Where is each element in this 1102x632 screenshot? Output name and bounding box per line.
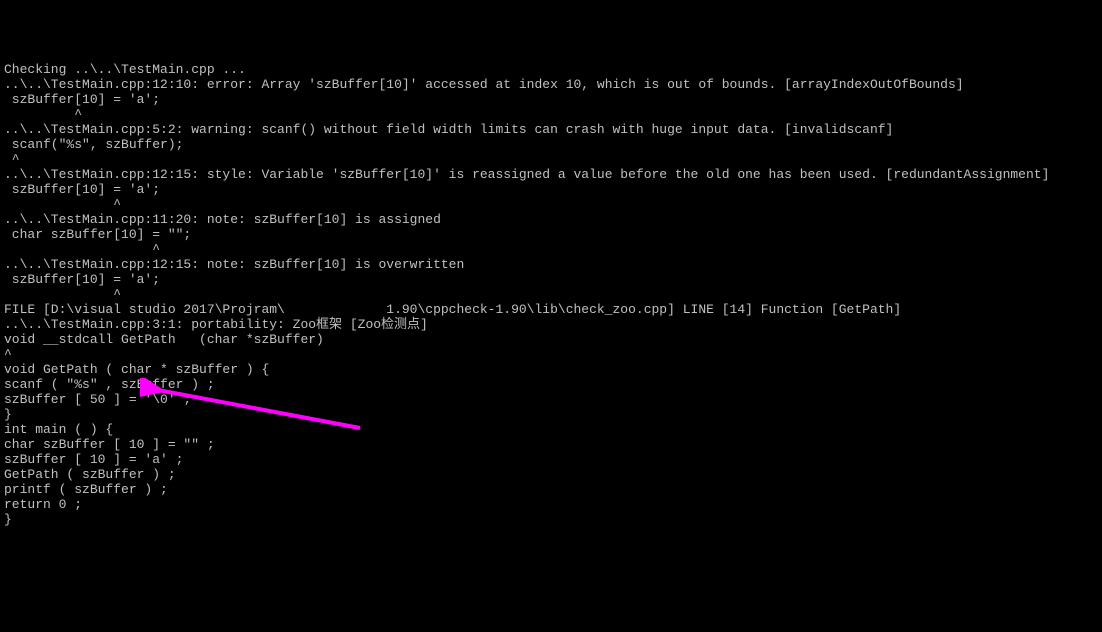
terminal-line: ^ (4, 152, 1098, 167)
terminal-line: szBuffer[10] = 'a'; (4, 272, 1098, 287)
terminal-line: return 0 ; (4, 497, 1098, 512)
terminal-line: ^ (4, 197, 1098, 212)
terminal-line: ^ (4, 242, 1098, 257)
terminal-line: Checking ..\..\TestMain.cpp ... (4, 62, 1098, 77)
terminal-line: char szBuffer [ 10 ] = "" ; (4, 437, 1098, 452)
terminal-line: scanf ( "%s" , szBuffer ) ; (4, 377, 1098, 392)
terminal-line: szBuffer [ 50 ] = '\0' ; (4, 392, 1098, 407)
terminal-line: int main ( ) { (4, 422, 1098, 437)
terminal-line: ..\..\TestMain.cpp:12:10: error: Array '… (4, 77, 1098, 92)
terminal-line: ..\..\TestMain.cpp:12:15: note: szBuffer… (4, 257, 1098, 272)
terminal-line: printf ( szBuffer ) ; (4, 482, 1098, 497)
terminal-line: szBuffer[10] = 'a'; (4, 182, 1098, 197)
terminal-line: FILE [D:\visual studio 2017\Projram\ 1.9… (4, 302, 1098, 317)
terminal-line: szBuffer [ 10 ] = 'a' ; (4, 452, 1098, 467)
terminal-line: void GetPath ( char * szBuffer ) { (4, 362, 1098, 377)
terminal-line: } (4, 407, 1098, 422)
terminal-line: ^ (4, 287, 1098, 302)
terminal-line: ^ (4, 347, 1098, 362)
terminal-line: } (4, 512, 1098, 527)
terminal-output: Checking ..\..\TestMain.cpp .....\..\Tes… (4, 62, 1098, 527)
terminal-line: ..\..\TestMain.cpp:11:20: note: szBuffer… (4, 212, 1098, 227)
terminal-line: GetPath ( szBuffer ) ; (4, 467, 1098, 482)
terminal-line: ..\..\TestMain.cpp:12:15: style: Variabl… (4, 167, 1098, 182)
terminal-line: scanf("%s", szBuffer); (4, 137, 1098, 152)
terminal-line: ^ (4, 107, 1098, 122)
terminal-line: szBuffer[10] = 'a'; (4, 92, 1098, 107)
terminal-line: void __stdcall GetPath (char *szBuffer) (4, 332, 1098, 347)
terminal-line: char szBuffer[10] = ""; (4, 227, 1098, 242)
terminal-line: ..\..\TestMain.cpp:5:2: warning: scanf()… (4, 122, 1098, 137)
terminal-line: ..\..\TestMain.cpp:3:1: portability: Zoo… (4, 317, 1098, 332)
